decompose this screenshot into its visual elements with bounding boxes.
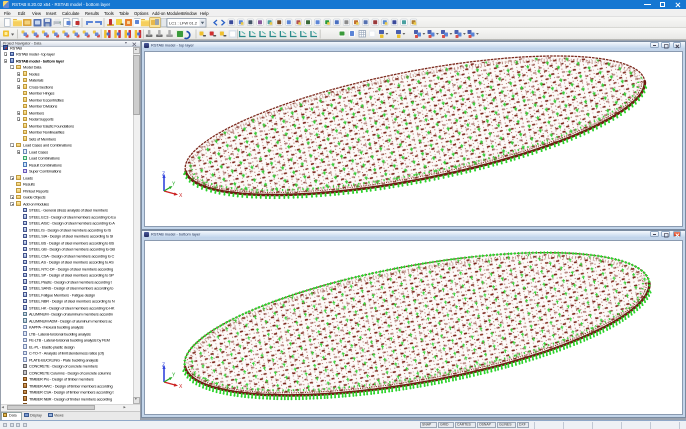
svg-text:Y: Y — [172, 182, 176, 188]
svg-text:X: X — [179, 193, 183, 197]
svg-text:Y: Y — [172, 373, 176, 379]
svg-text:LC1 : LFW 01.2: LC1 : LFW 01.2 — [169, 21, 198, 26]
svg-text:X: X — [179, 384, 183, 388]
svg-text:Z: Z — [162, 363, 165, 369]
svg-text:Z: Z — [162, 172, 165, 178]
